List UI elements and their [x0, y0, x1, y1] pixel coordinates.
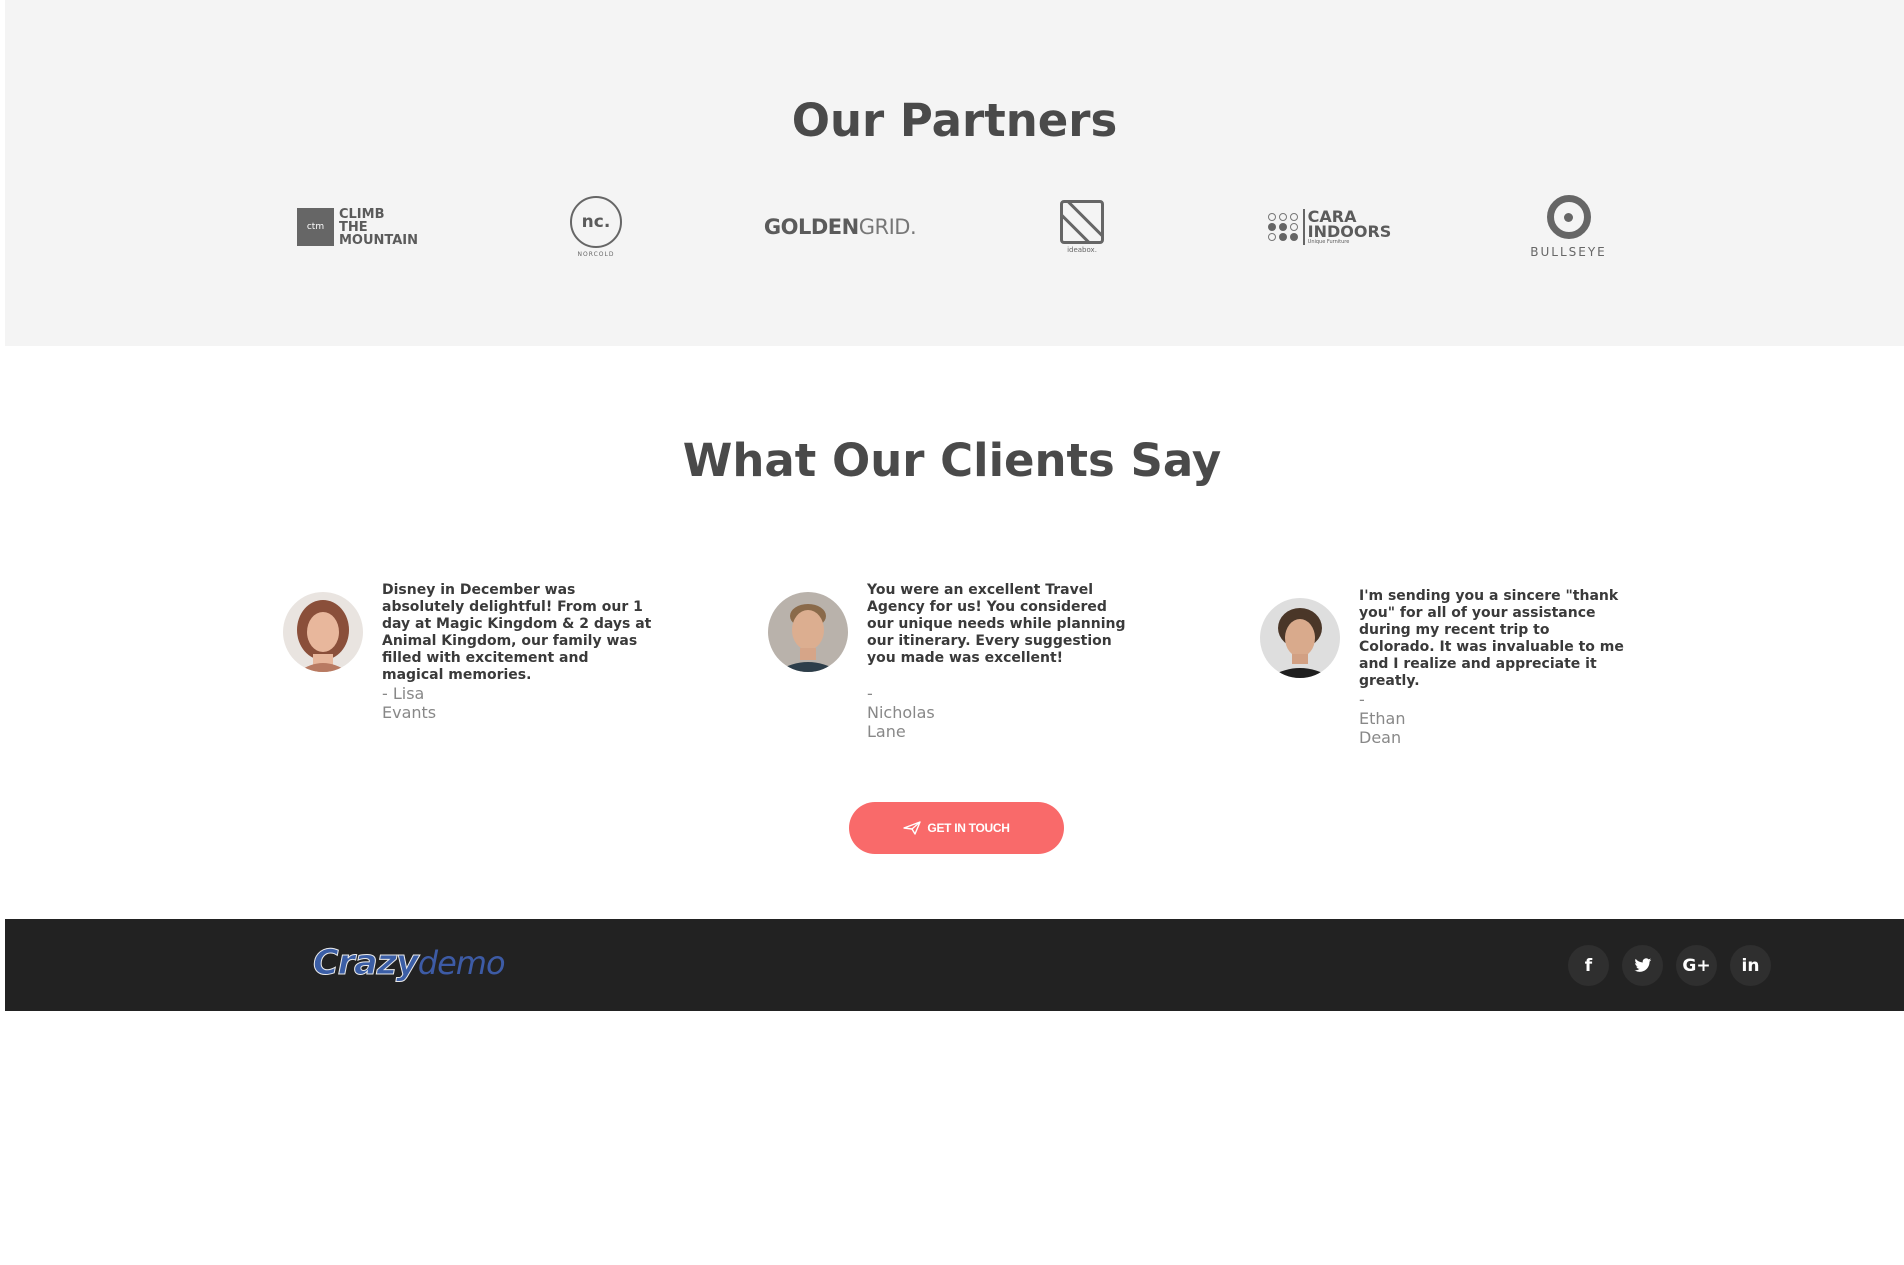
- avatar: [768, 592, 848, 672]
- cara-line: INDOORS: [1307, 222, 1392, 241]
- partner-logo-cara-indoors[interactable]: CARA INDOORS Unique Furniture: [1267, 190, 1392, 264]
- testimonial-author: - Lisa Evants: [382, 684, 437, 722]
- partner-logo-ideabox[interactable]: ideabox.: [1055, 190, 1109, 264]
- brand-demo: demo: [417, 944, 506, 982]
- ideabox-icon: [1060, 200, 1104, 244]
- footer: Crazydemo f G+ in: [5, 919, 1904, 1011]
- testimonial-quote: I'm sending you a sincere "thank you" fo…: [1359, 588, 1624, 689]
- testimonial-quote: You were an excellent Travel Agency for …: [867, 582, 1126, 666]
- testimonial-quote: Disney in December was absolutely deligh…: [382, 582, 652, 683]
- testimonial-author: - Ethan Dean: [1359, 690, 1406, 747]
- partner-logo-bullseye[interactable]: BULLSEYE: [1525, 190, 1612, 264]
- nc-subtext: NORCOLD: [577, 251, 615, 258]
- ideabox-subtext: ideabox.: [1067, 246, 1097, 254]
- partners-section: Our Partners ctm CLIMB THE MOUNTAIN nc. …: [5, 0, 1904, 346]
- ctm-line: THE: [338, 219, 368, 235]
- partner-logo-goldengrid[interactable]: GOLDEN GRID.: [763, 190, 917, 264]
- get-in-touch-label: GET IN TOUCH: [927, 821, 1010, 835]
- brand-crazy: Crazy: [313, 943, 420, 984]
- partners-title: Our Partners: [791, 94, 1118, 147]
- facebook-icon[interactable]: f: [1568, 945, 1609, 986]
- partner-logo-norcold[interactable]: nc. NORCOLD: [565, 190, 627, 264]
- footer-logo[interactable]: Crazydemo: [313, 943, 506, 984]
- cara-dots-icon: [1267, 213, 1299, 241]
- bullseye-icon: [1546, 195, 1591, 239]
- partner-logo-climb-the-mountain[interactable]: ctm CLIMB THE MOUNTAIN: [290, 190, 425, 264]
- get-in-touch-button[interactable]: GET IN TOUCH: [849, 802, 1064, 854]
- paper-plane-icon: [903, 821, 922, 835]
- testimonial-author: - Nicholas Lane: [867, 684, 935, 741]
- bullseye-subtext: BULLSEYE: [1530, 245, 1607, 259]
- avatar: [1260, 598, 1340, 678]
- clients-title: What Our Clients Say: [682, 434, 1222, 487]
- ctm-line: CLIMB: [338, 206, 385, 222]
- ctm-badge: ctm: [296, 208, 334, 246]
- nc-mark: nc.: [570, 196, 622, 248]
- google-plus-icon[interactable]: G+: [1676, 945, 1717, 986]
- goldengrid-bold: GOLDEN: [763, 215, 859, 239]
- avatar: [283, 592, 363, 672]
- linkedin-icon[interactable]: in: [1730, 945, 1771, 986]
- twitter-icon[interactable]: [1622, 945, 1663, 986]
- goldengrid-light: GRID.: [858, 215, 917, 239]
- ctm-line: MOUNTAIN: [338, 232, 419, 248]
